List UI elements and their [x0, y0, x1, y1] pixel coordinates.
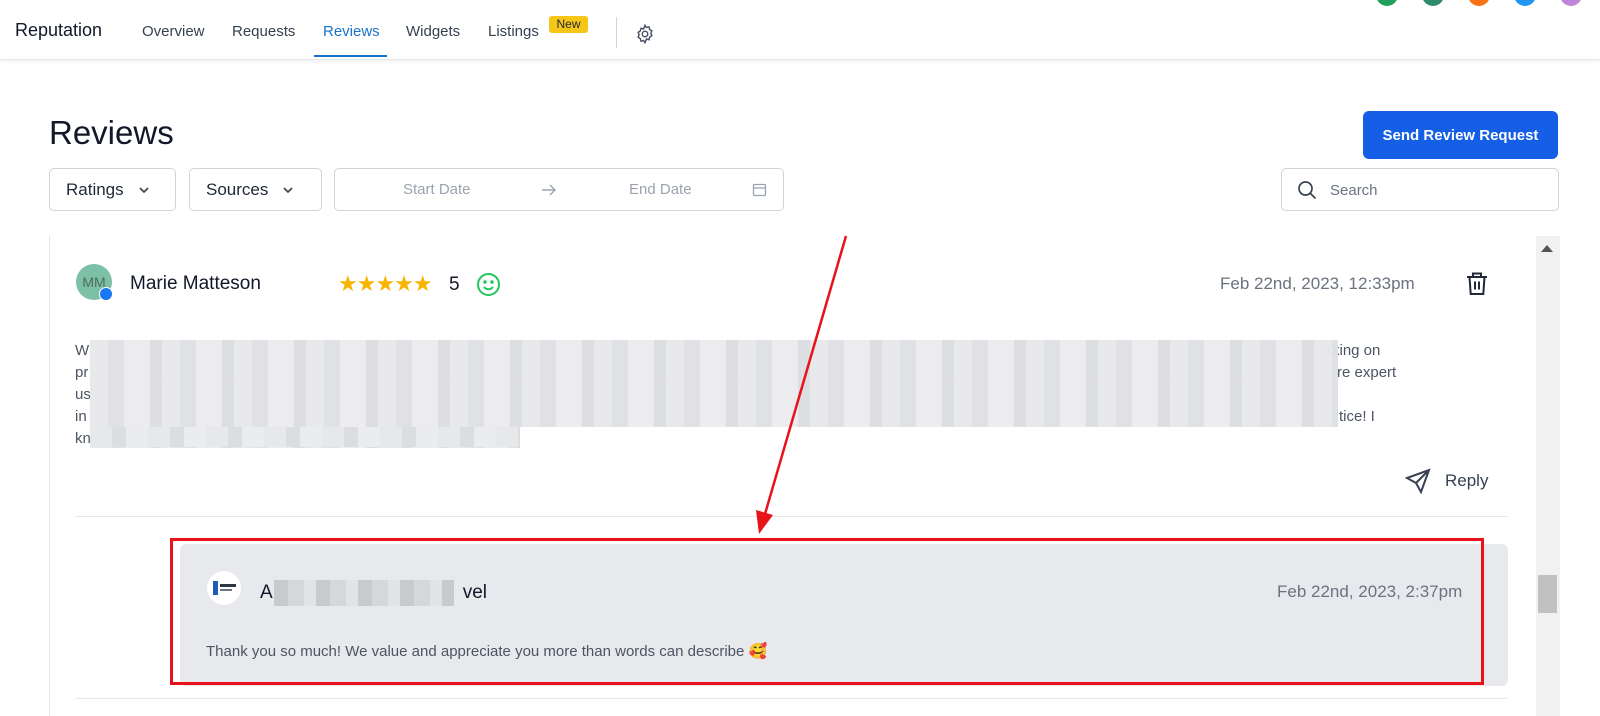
scrollbar-thumb[interactable]: [1538, 575, 1557, 613]
annotation-highlight-box: [170, 538, 1484, 685]
positive-sentiment-icon: [477, 273, 500, 296]
tab-requests[interactable]: Requests: [232, 23, 295, 40]
calendar-icon: [752, 183, 767, 197]
star-rating: ★★★★★: [338, 271, 433, 296]
scrollbar[interactable]: [1536, 236, 1560, 716]
sources-filter-label: Sources: [206, 179, 269, 199]
send-review-request-button[interactable]: Send Review Request: [1363, 111, 1558, 159]
tab-overview[interactable]: Overview: [142, 23, 205, 40]
user-avatar[interactable]: [1376, 0, 1398, 6]
arrow-right-icon: [542, 184, 556, 196]
gear-icon[interactable]: [634, 23, 656, 45]
active-tab-indicator: [314, 55, 387, 57]
divider: [75, 698, 1507, 699]
reviewer-name: Marie Matteson: [130, 273, 261, 294]
redacted-review-text: [90, 427, 520, 447]
ratings-filter-label: Ratings: [66, 179, 124, 199]
review-date: Feb 22nd, 2023, 12:33pm: [1220, 274, 1415, 293]
chevron-down-icon: [139, 186, 149, 193]
tab-reviews[interactable]: Reviews: [323, 23, 380, 40]
tab-widgets[interactable]: Widgets: [406, 23, 460, 40]
user-avatar[interactable]: [1468, 0, 1490, 6]
app-title: Reputation: [15, 20, 103, 40]
user-avatar[interactable]: [1560, 0, 1582, 6]
scroll-up-arrow[interactable]: [1541, 245, 1553, 252]
tab-listings[interactable]: Listings: [488, 23, 539, 40]
text-mask: [520, 427, 1338, 449]
end-date-input[interactable]: End Date: [629, 181, 692, 198]
user-avatar[interactable]: [1422, 0, 1444, 6]
search-box[interactable]: [1281, 168, 1559, 211]
search-icon: [1298, 181, 1317, 200]
top-nav: Reputation Overview Requests Reviews Wid…: [0, 0, 1600, 60]
page-title: Reviews: [49, 114, 174, 151]
send-icon: [1405, 468, 1431, 494]
ratings-filter[interactable]: Ratings: [49, 168, 176, 211]
date-range-picker[interactable]: Start Date End Date: [334, 168, 784, 211]
reply-button[interactable]: Reply: [1405, 468, 1488, 494]
rating-value: 5: [449, 274, 460, 295]
reply-label: Reply: [1445, 471, 1489, 490]
start-date-input[interactable]: Start Date: [403, 181, 471, 198]
search-input[interactable]: [1330, 179, 1545, 201]
trash-icon[interactable]: [1465, 271, 1489, 297]
nav-divider: [616, 17, 617, 48]
chevron-down-icon: [283, 186, 293, 193]
new-badge: New: [549, 16, 588, 33]
user-avatar[interactable]: [1514, 0, 1536, 6]
sources-filter[interactable]: Sources: [189, 168, 322, 211]
divider: [75, 516, 1507, 517]
facebook-icon: [99, 287, 113, 301]
